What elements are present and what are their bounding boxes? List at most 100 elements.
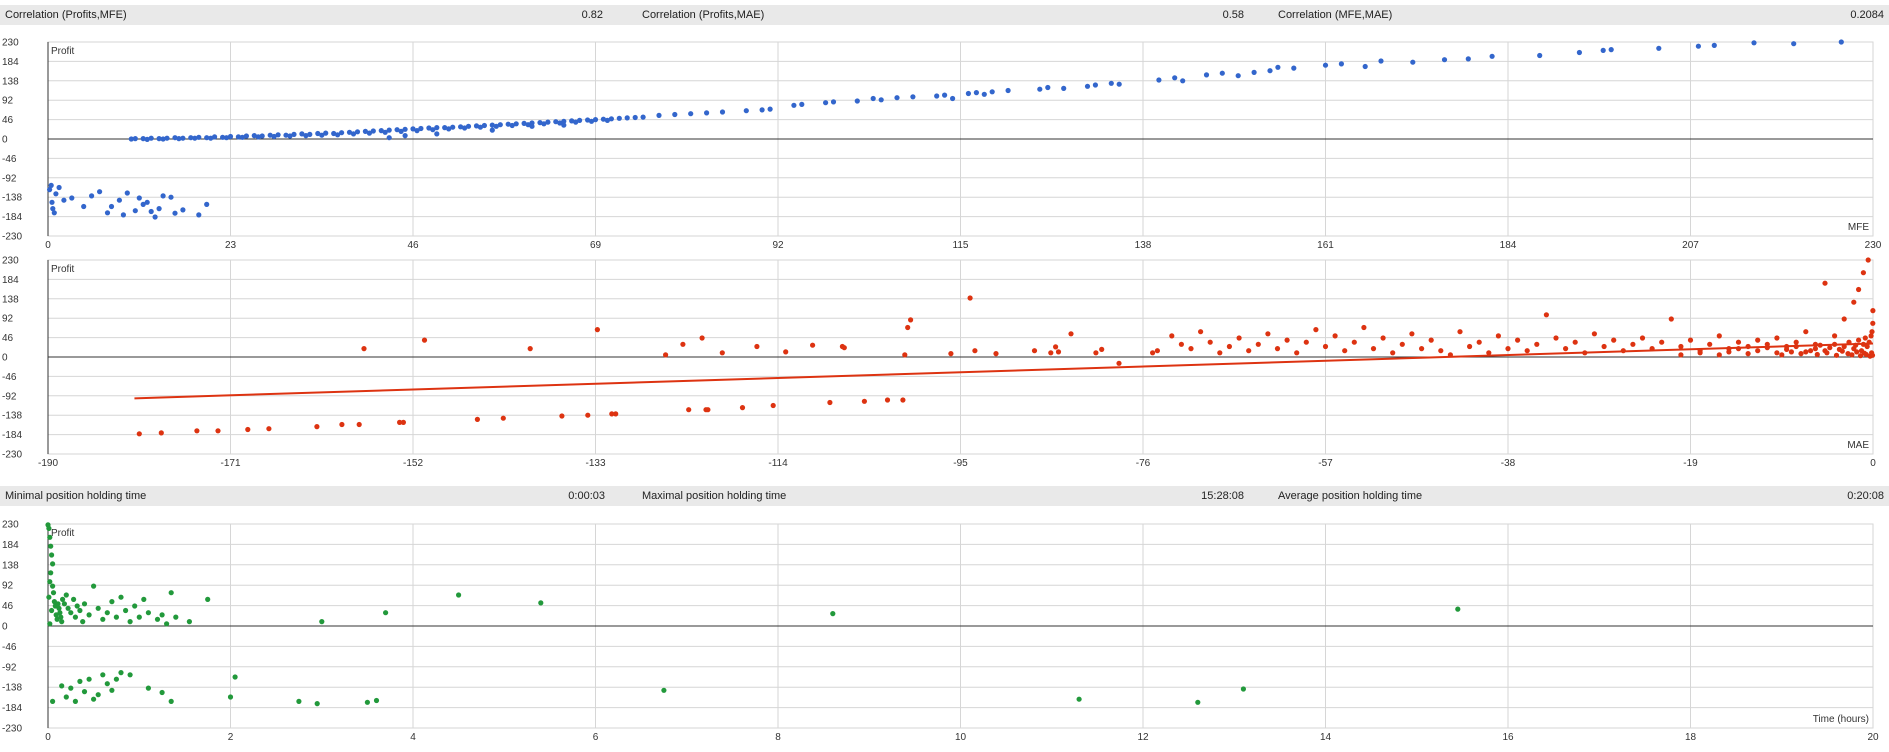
x-tick-label: 4 xyxy=(410,732,416,743)
y-tick-label: 138 xyxy=(2,560,19,571)
x-tick-label: 0 xyxy=(45,240,51,251)
x-tick-label: 14 xyxy=(1320,732,1332,743)
data-point xyxy=(1687,337,1694,343)
data-point xyxy=(1764,345,1770,351)
data-point xyxy=(127,672,133,678)
data-point xyxy=(1620,348,1626,354)
y-tick-label: -184 xyxy=(2,703,22,714)
data-point xyxy=(156,206,162,212)
data-point xyxy=(144,199,150,205)
data-point xyxy=(1537,52,1543,59)
x-tick-label: 12 xyxy=(1137,732,1149,743)
y-tick-label: -230 xyxy=(2,450,22,461)
data-point xyxy=(72,698,78,704)
data-point xyxy=(585,412,591,418)
data-point xyxy=(1217,350,1223,356)
data-point xyxy=(48,182,54,188)
data-point xyxy=(604,117,611,123)
data-point xyxy=(386,135,392,141)
data-point xyxy=(81,601,88,607)
x-tick-label: -190 xyxy=(38,458,58,469)
data-point xyxy=(132,136,138,142)
data-point xyxy=(145,685,151,691)
correlation-profits-mae-value: 0.58 xyxy=(1222,9,1244,21)
data-point xyxy=(180,207,186,213)
data-point xyxy=(1716,333,1722,339)
data-point xyxy=(989,89,995,95)
data-point xyxy=(1576,49,1582,56)
data-point xyxy=(56,605,62,611)
y-tick-label: 0 xyxy=(2,135,8,146)
data-point xyxy=(141,596,147,602)
data-point xyxy=(58,614,64,620)
data-point xyxy=(783,349,789,355)
data-point xyxy=(1240,686,1246,692)
holding-time-stats-bar: Minimal position holding time 0:00:03 Ma… xyxy=(0,486,1889,506)
y-tick-label: 138 xyxy=(2,294,19,305)
data-point xyxy=(1862,335,1868,341)
data-point xyxy=(1866,339,1872,345)
y-tick-label: 92 xyxy=(2,581,14,592)
data-point xyxy=(95,692,101,698)
data-point xyxy=(1447,352,1453,358)
data-point xyxy=(1313,327,1319,333)
data-point xyxy=(366,130,372,136)
data-point xyxy=(1833,352,1840,358)
data-point xyxy=(1156,77,1162,83)
data-point xyxy=(1370,346,1377,352)
data-point xyxy=(1303,339,1309,345)
data-point xyxy=(1784,346,1790,352)
data-point xyxy=(719,350,725,356)
data-point xyxy=(1409,331,1415,337)
y-tick-label: 184 xyxy=(2,57,19,68)
y-tick-label: -92 xyxy=(2,662,17,673)
data-point xyxy=(364,699,370,705)
data-point xyxy=(158,430,164,436)
data-point xyxy=(113,676,119,682)
data-point xyxy=(559,413,565,419)
data-point xyxy=(1678,352,1684,358)
y-tick-label: -230 xyxy=(2,724,22,735)
data-point xyxy=(1543,312,1549,318)
data-point xyxy=(382,129,388,135)
correlation-mfe-mae-label: Correlation (MFE,MAE) xyxy=(1278,9,1393,21)
data-point xyxy=(1486,350,1492,356)
x-tick-label: 92 xyxy=(772,240,784,251)
data-point xyxy=(48,543,54,549)
data-point xyxy=(500,415,506,421)
data-point xyxy=(47,579,53,585)
data-point xyxy=(791,102,797,108)
data-point xyxy=(1582,350,1588,356)
data-point xyxy=(120,212,126,218)
data-point xyxy=(1838,39,1844,45)
data-point xyxy=(854,98,860,104)
x-tick-label: 0 xyxy=(1870,458,1876,469)
data-point xyxy=(1399,341,1405,347)
data-point xyxy=(656,112,662,118)
data-point xyxy=(1092,82,1098,88)
data-point xyxy=(1572,339,1578,345)
y-tick-label: 184 xyxy=(2,540,19,551)
x-tick-label: -114 xyxy=(768,458,788,469)
y-tick-label: -46 xyxy=(2,372,17,383)
data-point xyxy=(1361,324,1367,331)
x-tick-label: -171 xyxy=(220,458,240,469)
data-point xyxy=(561,122,567,128)
data-point xyxy=(538,600,544,606)
x-tick-label: 2 xyxy=(228,732,234,743)
data-point xyxy=(46,525,52,531)
data-point xyxy=(1827,345,1833,351)
data-point xyxy=(1611,337,1617,343)
data-point xyxy=(124,190,130,196)
data-point xyxy=(1803,349,1809,355)
data-point xyxy=(1869,352,1876,358)
data-point xyxy=(1235,73,1241,79)
data-point xyxy=(1275,64,1281,70)
y-tick-label: 46 xyxy=(2,601,14,612)
correlation-mfe-mae-value: 0.2084 xyxy=(1850,9,1884,21)
data-point xyxy=(176,136,182,142)
data-point xyxy=(770,402,776,409)
x-tick-label: 20 xyxy=(1867,732,1879,743)
data-point xyxy=(1291,65,1297,71)
data-point xyxy=(841,345,847,351)
